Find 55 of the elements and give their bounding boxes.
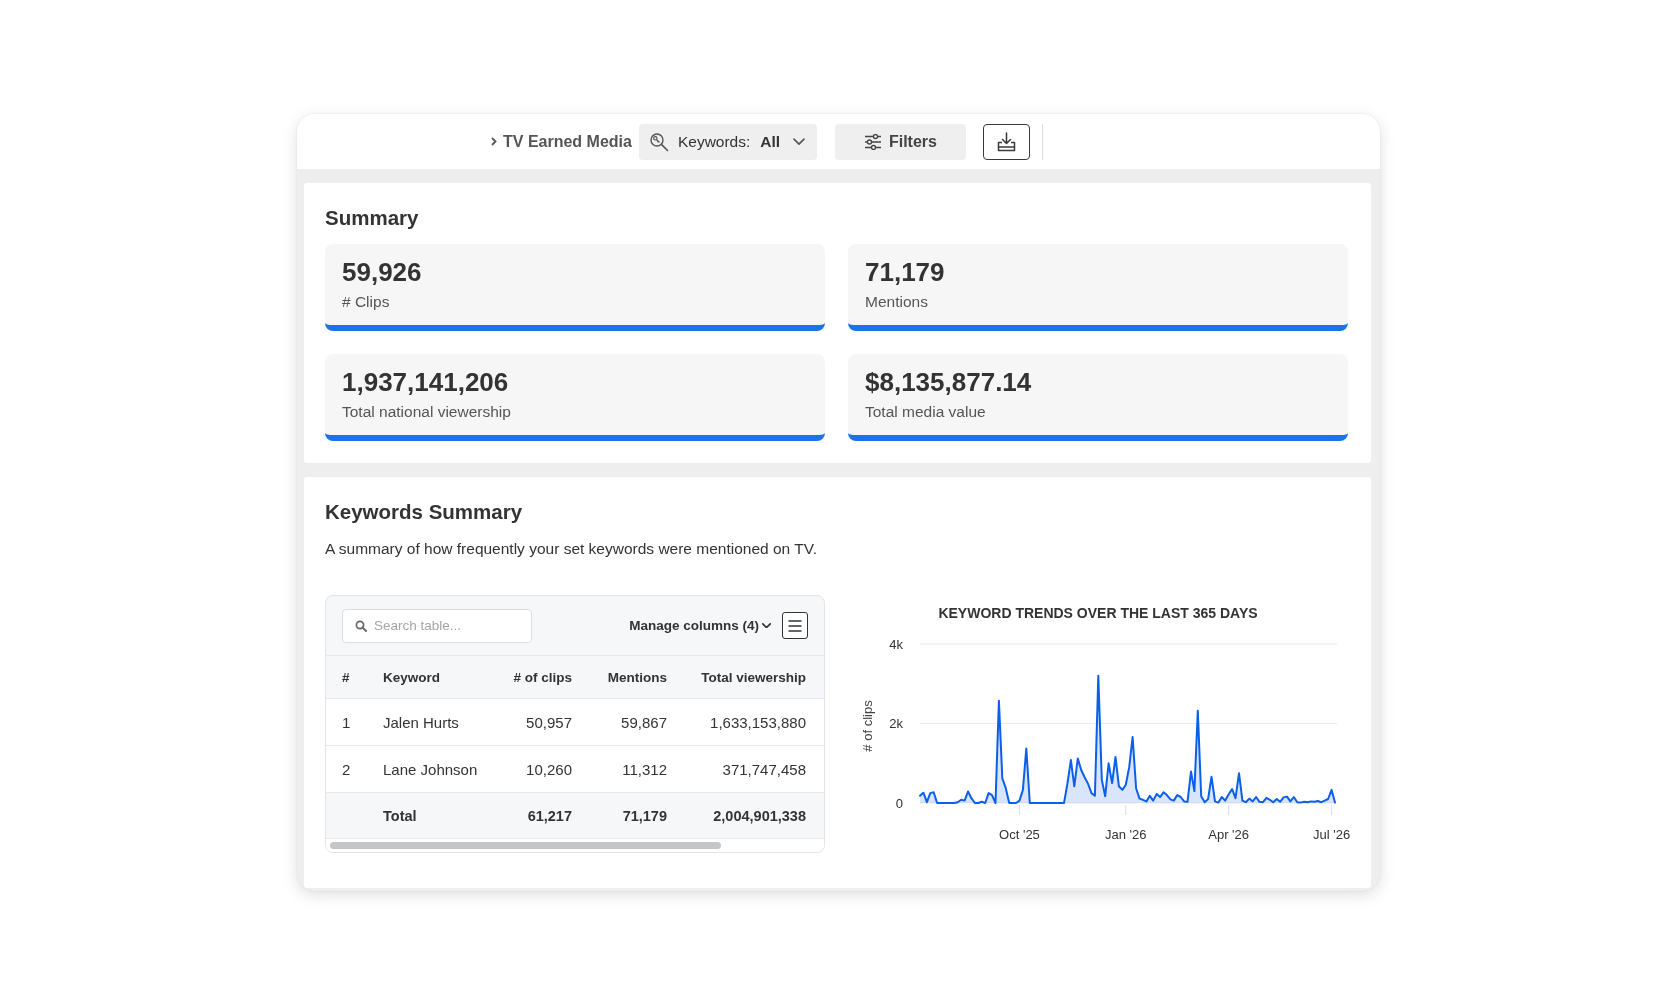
axis-tick-label: Jul '26 xyxy=(1313,827,1351,842)
chevron-down-icon xyxy=(792,137,805,146)
stat-value: 1,937,141,206 xyxy=(342,367,510,397)
axis-tick-label: Oct '25 xyxy=(999,827,1040,842)
table-cell-text: 59,867 xyxy=(620,713,667,731)
column-header: Mentions xyxy=(606,669,667,685)
stat-value: 59,926 xyxy=(342,257,423,287)
table-cell-text: 371,747,458 xyxy=(721,760,806,778)
column-header: Keyword xyxy=(383,669,441,685)
total-label: Total xyxy=(383,807,418,824)
axis-tick-label: Apr '26 xyxy=(1208,827,1250,842)
stat-value: 71,179 xyxy=(865,257,946,287)
table-cell-text: Jalen Hurts xyxy=(383,713,460,731)
scrollbar-thumb[interactable] xyxy=(330,842,721,849)
table-cell-text: 10,260 xyxy=(525,760,572,778)
chevron-down-icon xyxy=(762,622,771,629)
table-cell-text: 1,633,153,880 xyxy=(709,713,806,731)
download-icon xyxy=(996,131,1016,152)
stat-value: $8,135,877.14 xyxy=(865,367,1033,397)
section-title: Summary xyxy=(325,206,420,230)
axis-title: # of clips xyxy=(860,700,875,752)
table-cell-text: 50,957 xyxy=(525,713,572,731)
menu-icon xyxy=(788,619,802,632)
breadcrumb-link[interactable]: TV Earned Media xyxy=(503,132,632,151)
column-header: Total viewership xyxy=(700,669,806,685)
sliders-icon xyxy=(863,133,882,150)
chart-title: KEYWORD TRENDS OVER THE LAST 365 DAYS xyxy=(938,604,1258,623)
filters-button[interactable]: Filters xyxy=(834,123,966,160)
stat-label: Total media value xyxy=(865,403,987,421)
column-header: # xyxy=(342,669,351,685)
total-cell-text: 61,217 xyxy=(526,807,572,824)
axis-tick-label: 0 xyxy=(895,795,903,811)
search-field[interactable]: Search table... xyxy=(342,608,532,643)
search-icon xyxy=(648,131,669,152)
table-cell-text: Lane Johnson xyxy=(383,760,479,778)
stat-label: Mentions xyxy=(865,293,929,311)
section-title: Keywords Summary xyxy=(325,500,524,524)
axis-tick-label: Jan '26 xyxy=(1105,827,1147,842)
search-icon xyxy=(355,619,367,632)
keywords-dropdown[interactable]: Keywords: All xyxy=(638,123,817,160)
table-cell-text: 2 xyxy=(342,760,352,778)
manage-columns-button[interactable]: Manage columns (4) xyxy=(629,618,771,633)
table-cell-text: 11,312 xyxy=(621,760,667,778)
table-cell-text: 1 xyxy=(342,713,352,731)
axis-tick-label: 2k xyxy=(889,716,903,731)
axis-tick-label: 4k xyxy=(889,636,903,652)
total-cell-text: 71,179 xyxy=(621,807,667,824)
download-button[interactable] xyxy=(982,123,1030,160)
column-header: # of clips xyxy=(512,669,572,685)
chevron-right-icon xyxy=(491,137,497,146)
stat-label: Total national viewership xyxy=(342,403,512,421)
stat-label: # Clips xyxy=(342,293,391,311)
total-cell-text: 2,004,901,338 xyxy=(712,807,806,824)
menu-button[interactable] xyxy=(782,612,808,639)
section-description: A summary of how frequently your set keywords were mentioned on TV. xyxy=(325,539,818,559)
